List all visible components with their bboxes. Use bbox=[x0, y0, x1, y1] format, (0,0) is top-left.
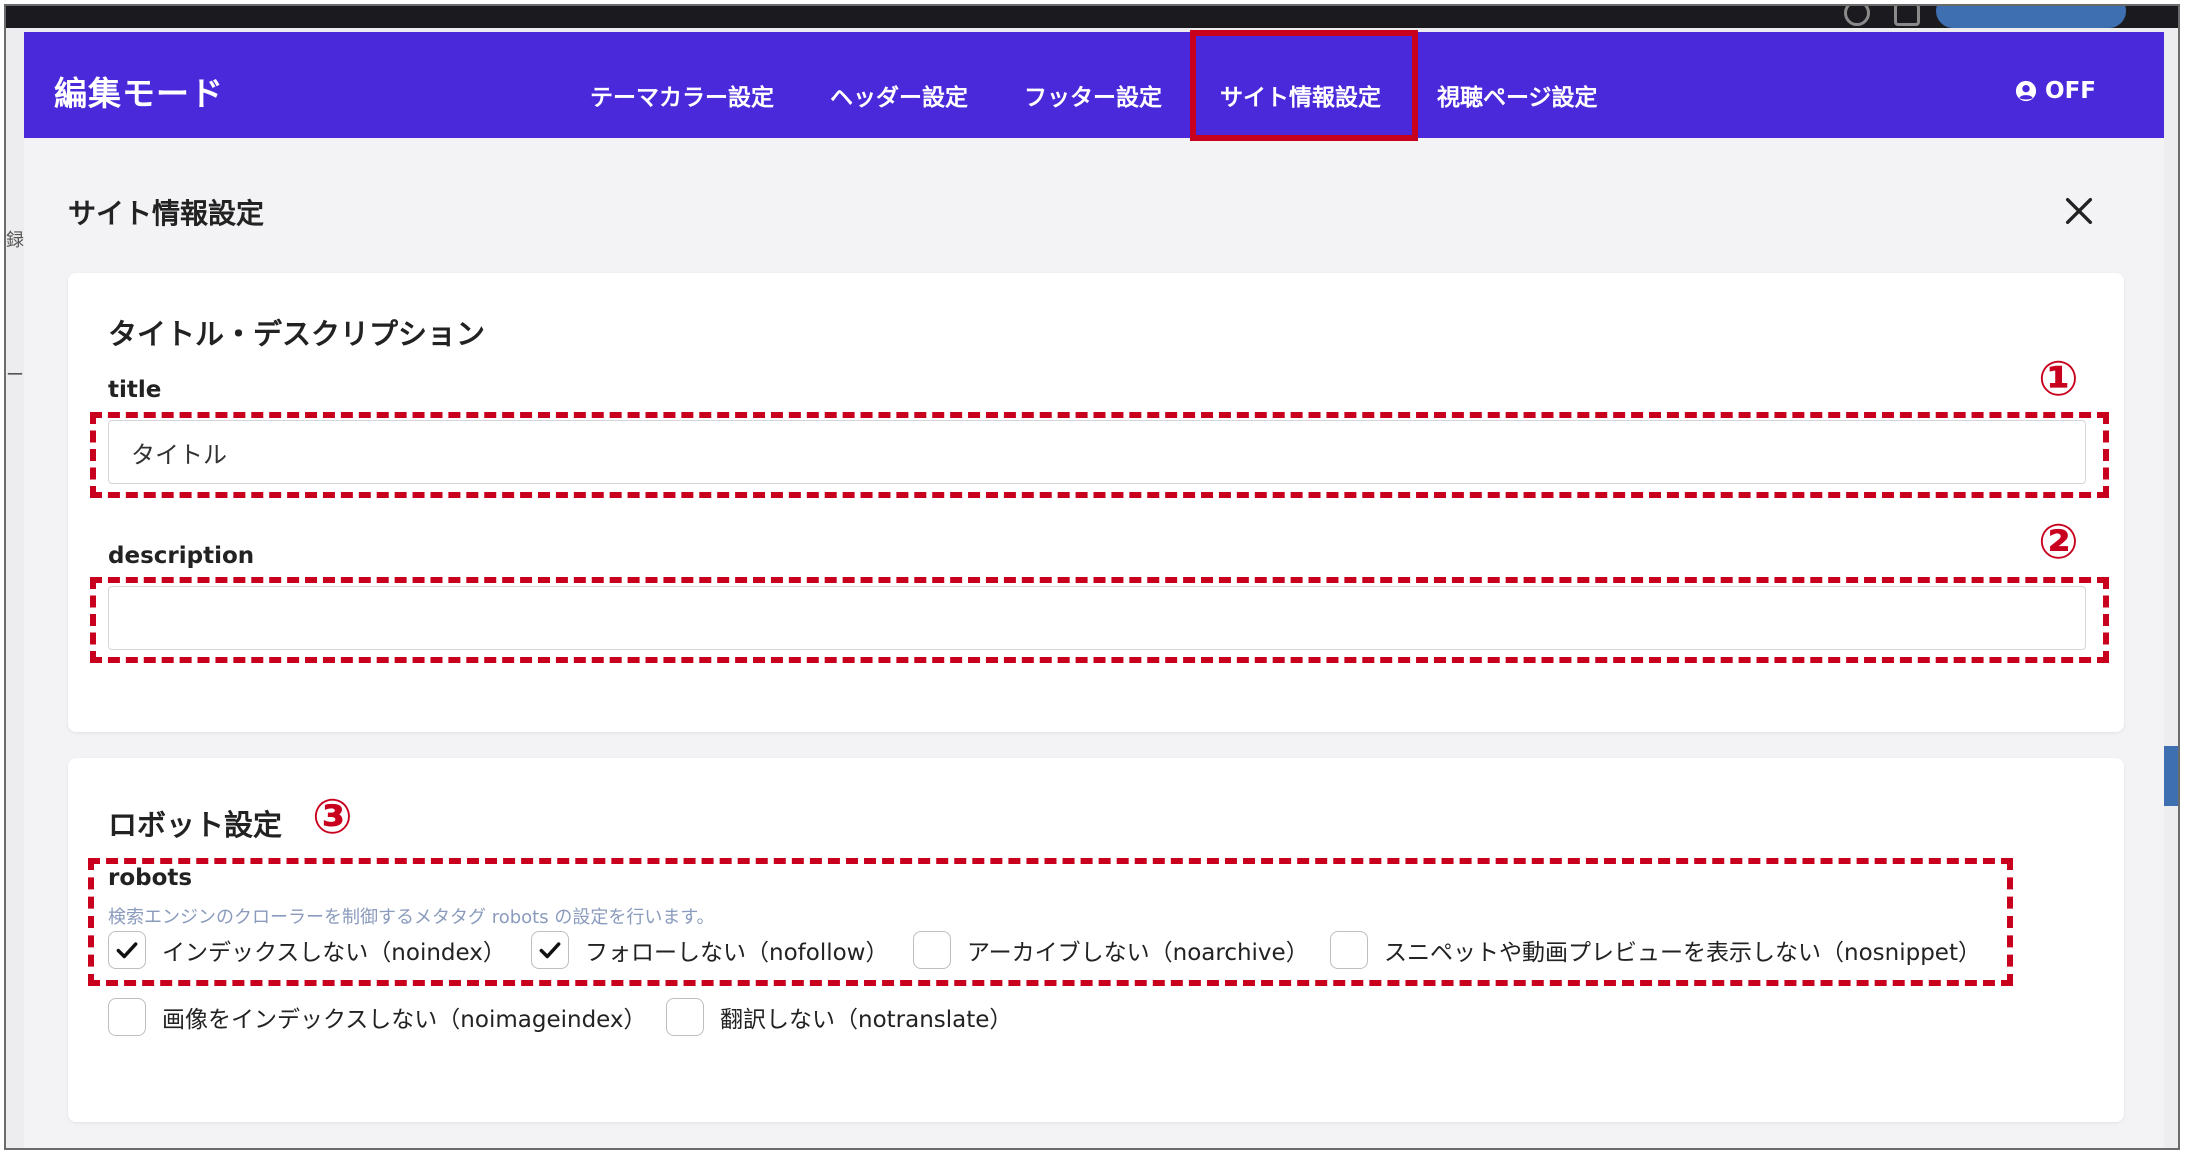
tab-footer[interactable]: フッター設定 bbox=[1024, 78, 1162, 112]
annotation-number-2: ② bbox=[2038, 514, 2079, 570]
edit-mode-modal: 編集モード テーマカラー設定 ヘッダー設定 フッター設定 サイト情報設定 視聴ペ… bbox=[24, 30, 2164, 1148]
title-description-heading: タイトル・デスクリプション bbox=[108, 317, 486, 351]
user-circle-icon bbox=[2015, 80, 2037, 102]
bell-icon bbox=[1894, 6, 1920, 26]
annotation-number-3: ③ bbox=[312, 789, 353, 845]
checkbox-box[interactable] bbox=[531, 931, 569, 969]
robots-heading: ロボット設定 bbox=[108, 808, 283, 842]
checkbox-box[interactable] bbox=[1330, 931, 1368, 969]
help-icon bbox=[1844, 6, 1870, 26]
edit-mode-toggle[interactable]: OFF bbox=[2015, 78, 2096, 104]
close-icon[interactable] bbox=[2062, 194, 2096, 228]
checkbox-label: 翻訳しない（notranslate） bbox=[720, 1007, 1013, 1033]
checkbox-nosnippet[interactable]: スニペットや動画プレビューを表示しない（nosnippet） bbox=[1330, 931, 1981, 969]
title-input[interactable] bbox=[108, 420, 2086, 484]
checkbox-label: インデックスしない（noindex） bbox=[162, 940, 506, 966]
background-button bbox=[1936, 6, 2126, 28]
description-label: description bbox=[108, 543, 255, 569]
tab-header[interactable]: ヘッダー設定 bbox=[830, 78, 968, 112]
screenshot-frame: 録 ージ 編集モード テーマカラー設定 ヘッダー設定 フッター設定 サイト情報設… bbox=[4, 4, 2180, 1150]
checkbox-label: スニペットや動画プレビューを表示しない（nosnippet） bbox=[1384, 940, 1981, 966]
checkbox-box[interactable] bbox=[108, 931, 146, 969]
checkbox-label: フォローしない（nofollow） bbox=[585, 940, 889, 966]
check-icon bbox=[539, 942, 561, 959]
checkbox-box[interactable] bbox=[108, 998, 146, 1036]
title-description-card: タイトル・デスクリプション title ① description ② bbox=[68, 273, 2124, 732]
annotation-number-1: ① bbox=[2038, 351, 2079, 407]
checkbox-label: 画像をインデックスしない（noimageindex） bbox=[162, 1007, 647, 1033]
checkbox-notranslate[interactable]: 翻訳しない（notranslate） bbox=[666, 998, 1012, 1036]
background-edge-text: 録 bbox=[6, 230, 24, 251]
robots-label: robots bbox=[108, 865, 193, 891]
checkbox-nofollow[interactable]: フォローしない（nofollow） bbox=[531, 931, 888, 969]
robots-card: ロボット設定 ③ robots 検索エンジンのクローラーを制御するメタタグ ro… bbox=[68, 758, 2124, 1122]
robots-help-text: 検索エンジンのクローラーを制御するメタタグ robots の設定を行います。 bbox=[108, 907, 715, 928]
checkbox-noindex[interactable]: インデックスしない（noindex） bbox=[108, 931, 506, 969]
checkbox-noarchive[interactable]: アーカイブしない（noarchive） bbox=[913, 931, 1309, 969]
toggle-label: OFF bbox=[2045, 78, 2096, 104]
checkbox-label: アーカイブしない（noarchive） bbox=[967, 940, 1309, 966]
page-title: サイト情報設定 bbox=[68, 197, 265, 230]
edit-mode-navbar: 編集モード テーマカラー設定 ヘッダー設定 フッター設定 サイト情報設定 視聴ペ… bbox=[24, 30, 2164, 141]
checkbox-noimageindex[interactable]: 画像をインデックスしない（noimageindex） bbox=[108, 998, 647, 1036]
background-edge-button bbox=[2164, 746, 2178, 806]
tab-highlight-box bbox=[1190, 30, 1418, 141]
app-title: 編集モード bbox=[54, 74, 224, 113]
background-topbar bbox=[6, 6, 2178, 28]
description-input[interactable] bbox=[108, 586, 2086, 650]
checkbox-box[interactable] bbox=[666, 998, 704, 1036]
check-icon bbox=[116, 942, 138, 959]
title-label: title bbox=[108, 377, 162, 403]
checkbox-box[interactable] bbox=[913, 931, 951, 969]
tab-theme-color[interactable]: テーマカラー設定 bbox=[590, 78, 774, 112]
tab-viewing-page[interactable]: 視聴ページ設定 bbox=[1437, 78, 1598, 112]
